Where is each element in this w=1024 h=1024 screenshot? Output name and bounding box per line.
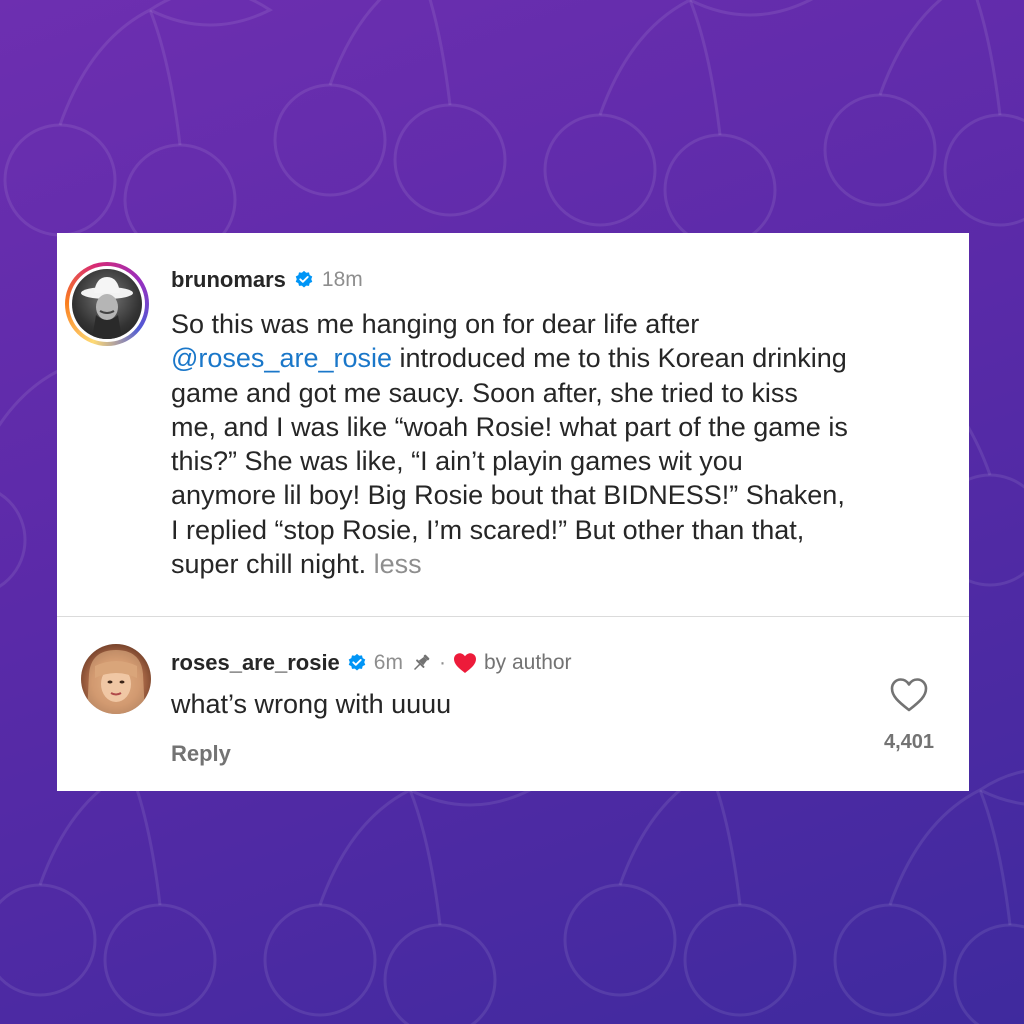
caption-line: super chill night. — [171, 549, 367, 580]
avatar-border — [69, 266, 145, 342]
comment-header: roses_are_rosie 6m · by author — [171, 647, 572, 679]
caption-line: game and got me saucy. Soon after, she t… — [171, 377, 798, 408]
post-caption: So this was me hanging on for dear life … — [171, 307, 961, 581]
caption-line: I replied “stop Rosie, I’m scared!” But … — [171, 514, 805, 545]
post-header: brunomars 18m — [171, 265, 363, 295]
avatar-brunomars[interactable] — [72, 269, 142, 339]
caption-line: introduced me to this Korean drinking — [392, 343, 847, 374]
heart-filled-icon — [453, 653, 476, 673]
verified-badge-icon — [348, 653, 366, 671]
comment-username[interactable]: roses_are_rosie — [171, 650, 340, 676]
liked-by-author-label: by author — [483, 651, 572, 674]
verified-badge-icon — [295, 270, 313, 288]
caption-line: this?” She was like, “I ain’t playin gam… — [171, 446, 743, 477]
caption-line: So this was me hanging on for dear life … — [171, 309, 700, 339]
post-caption-section: brunomars 18m So this was me hanging on … — [57, 233, 969, 616]
less-link[interactable]: less — [374, 549, 422, 579]
avatar-portrait-graphic — [87, 650, 145, 714]
separator-dot: · — [438, 651, 446, 674]
reply-button[interactable]: Reply — [171, 741, 231, 767]
comment-card: brunomars 18m So this was me hanging on … — [57, 233, 969, 791]
avatar-cowboy-hat-graphic — [81, 277, 133, 339]
pin-icon — [413, 654, 430, 671]
caption-line: anymore lil boy! Big Rosie bout that BID… — [171, 480, 845, 511]
post-timestamp: 18m — [321, 268, 363, 291]
story-ring[interactable] — [65, 262, 149, 346]
avatar-roses-are-rosie[interactable] — [81, 644, 151, 714]
mention-link[interactable]: @roses_are_rosie — [171, 343, 392, 373]
comment-timestamp: 6m — [373, 651, 403, 674]
like-count: 4,401 — [883, 731, 935, 753]
pinned-comment: roses_are_rosie 6m · by author what’s wr… — [57, 617, 969, 791]
caption-line: me, and I was like “woah Rosie! what par… — [171, 411, 848, 442]
post-username[interactable]: brunomars — [171, 267, 286, 293]
comment-text: what’s wrong with uuuu — [171, 689, 452, 719]
heart-outline-icon[interactable] — [889, 677, 929, 713]
